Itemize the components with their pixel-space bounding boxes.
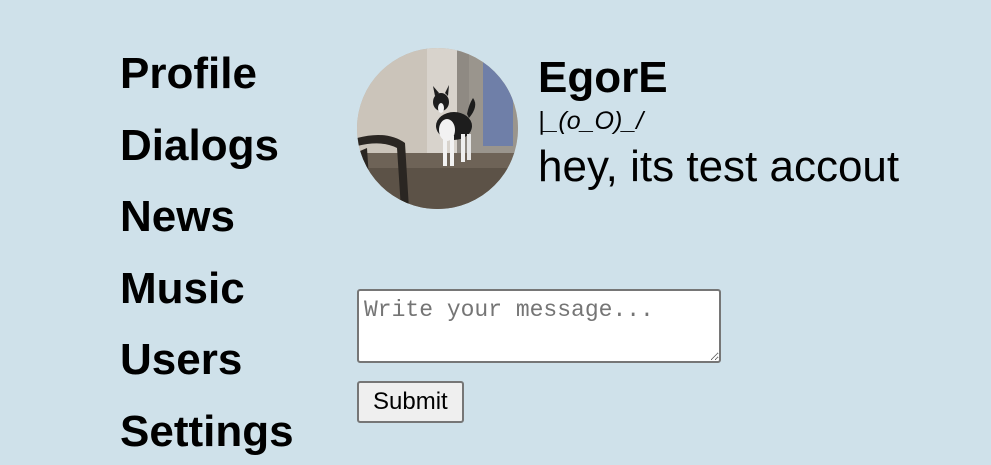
sidebar-nav: Profile Dialogs News Music Users Setting…: [120, 38, 294, 465]
avatar-photo: [357, 48, 518, 209]
nav-item-news[interactable]: News: [120, 181, 294, 253]
nav-item-dialogs[interactable]: Dialogs: [120, 110, 294, 182]
profile-info: EgorE |_(o_O)_/ hey, its test accout: [538, 50, 899, 195]
nav-item-users[interactable]: Users: [120, 324, 294, 396]
profile-page: Profile Dialogs News Music Users Setting…: [0, 0, 991, 465]
avatar: [357, 48, 518, 209]
nav-item-profile[interactable]: Profile: [120, 38, 294, 110]
nav-item-music[interactable]: Music: [120, 253, 294, 325]
submit-button[interactable]: Submit: [357, 381, 464, 423]
profile-bio: hey, its test accout: [538, 142, 900, 191]
nav-item-settings[interactable]: Settings: [120, 396, 294, 465]
message-input[interactable]: [357, 289, 721, 363]
profile-status: |_(o_O)_/: [538, 107, 644, 135]
message-composer: Submit: [357, 289, 721, 423]
profile-name: EgorE: [538, 53, 668, 102]
